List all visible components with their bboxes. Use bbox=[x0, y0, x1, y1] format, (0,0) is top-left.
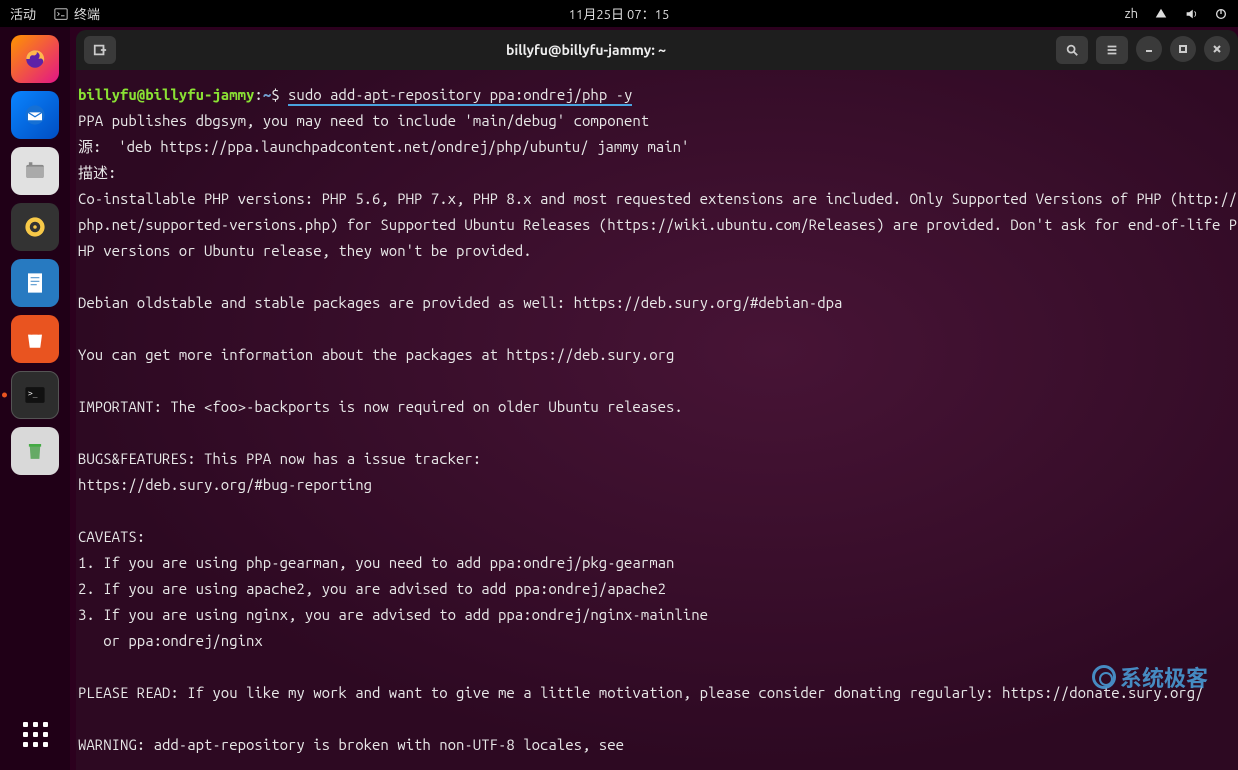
shopping-bag-icon bbox=[21, 325, 49, 353]
writer-icon bbox=[21, 269, 49, 297]
firefox-icon bbox=[21, 45, 49, 73]
clock[interactable]: 11月25日 07：15 bbox=[569, 4, 670, 23]
close-button[interactable] bbox=[1204, 36, 1230, 62]
terminal-content[interactable]: billyfu@billyfu-jammy:~$ sudo add-apt-re… bbox=[76, 70, 1238, 770]
maximize-icon bbox=[1178, 44, 1188, 54]
command-text: sudo add-apt-repository ppa:ondrej/php -… bbox=[288, 86, 632, 106]
dock-item-firefox[interactable] bbox=[11, 35, 59, 83]
thunderbird-icon bbox=[21, 101, 49, 129]
dock-item-show-apps[interactable] bbox=[11, 710, 59, 758]
power-icon[interactable] bbox=[1214, 7, 1228, 21]
input-method-indicator[interactable]: zh bbox=[1125, 7, 1138, 21]
minimize-button[interactable] bbox=[1136, 36, 1162, 62]
hamburger-icon bbox=[1105, 43, 1119, 57]
files-icon bbox=[21, 157, 49, 185]
dock-item-rhythmbox[interactable] bbox=[11, 203, 59, 251]
watermark: 系统极客 bbox=[1092, 664, 1208, 690]
volume-icon[interactable] bbox=[1184, 7, 1198, 21]
new-tab-icon bbox=[93, 43, 107, 57]
trash-icon bbox=[21, 437, 49, 465]
app-menu[interactable]: 终端 bbox=[54, 4, 100, 23]
prompt-user: billyfu@billyfu-jammy bbox=[78, 86, 254, 103]
svg-text:>_: >_ bbox=[28, 389, 38, 398]
prompt-symbol: $ bbox=[271, 86, 279, 103]
search-icon bbox=[1065, 43, 1079, 57]
dock-item-software[interactable] bbox=[11, 315, 59, 363]
network-icon[interactable] bbox=[1154, 7, 1168, 21]
terminal-window: billyfu@billyfu-jammy: ~ billyfu@billyfu… bbox=[76, 30, 1238, 770]
watermark-logo-icon bbox=[1092, 665, 1116, 689]
menu-button[interactable] bbox=[1096, 36, 1128, 64]
watermark-text: 系统极客 bbox=[1120, 664, 1208, 690]
prompt-separator: : bbox=[254, 86, 262, 103]
close-icon bbox=[1212, 44, 1222, 54]
dock: >_ bbox=[0, 27, 70, 770]
dock-item-terminal[interactable]: >_ bbox=[11, 371, 59, 419]
running-indicator bbox=[2, 393, 7, 398]
terminal-icon: >_ bbox=[21, 381, 49, 409]
app-menu-label: 终端 bbox=[74, 4, 100, 23]
apps-grid-icon bbox=[23, 722, 48, 747]
activities-button[interactable]: 活动 bbox=[10, 4, 36, 23]
dock-item-trash[interactable] bbox=[11, 427, 59, 475]
prompt-path: ~ bbox=[263, 86, 271, 103]
new-tab-button[interactable] bbox=[84, 36, 116, 64]
titlebar: billyfu@billyfu-jammy: ~ bbox=[76, 30, 1238, 70]
terminal-output: PPA publishes dbgsym, you may need to in… bbox=[78, 112, 1237, 753]
window-title: billyfu@billyfu-jammy: ~ bbox=[116, 42, 1056, 58]
dock-item-files[interactable] bbox=[11, 147, 59, 195]
terminal-icon bbox=[54, 7, 68, 21]
dock-item-thunderbird[interactable] bbox=[11, 91, 59, 139]
gnome-topbar: 活动 终端 11月25日 07：15 zh bbox=[0, 0, 1238, 27]
dock-item-writer[interactable] bbox=[11, 259, 59, 307]
minimize-icon bbox=[1144, 44, 1154, 54]
maximize-button[interactable] bbox=[1170, 36, 1196, 62]
speaker-icon bbox=[21, 213, 49, 241]
search-button[interactable] bbox=[1056, 36, 1088, 64]
